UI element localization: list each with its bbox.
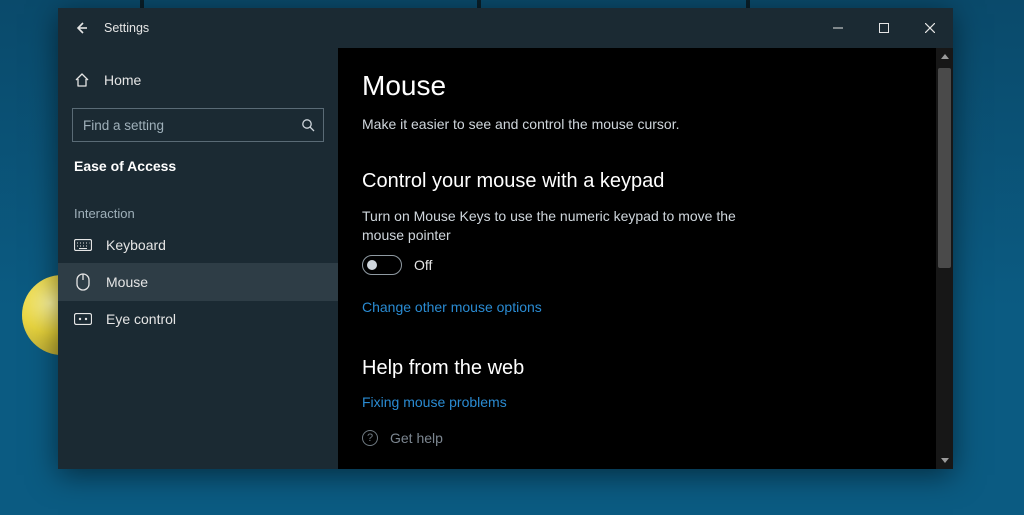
chevron-down-icon bbox=[941, 458, 949, 463]
settings-window: Settings Home Ease of bbox=[58, 8, 953, 469]
minimize-button[interactable] bbox=[815, 8, 861, 48]
toggle-knob bbox=[367, 260, 377, 270]
mouse-keys-toggle-row: Off bbox=[362, 255, 912, 275]
sidebar-section-label: Interaction bbox=[58, 176, 338, 227]
sidebar-item-eye-control[interactable]: Eye control bbox=[58, 301, 338, 337]
sidebar-category: Ease of Access bbox=[58, 142, 338, 176]
get-help-icon: ? bbox=[362, 430, 378, 446]
scroll-area: Mouse Make it easier to see and control … bbox=[338, 48, 936, 469]
sidebar: Home Ease of Access Interaction Keyboard bbox=[58, 48, 338, 469]
maximize-icon bbox=[879, 23, 889, 33]
title-bar: Settings bbox=[58, 8, 953, 48]
mouse-icon bbox=[74, 273, 92, 291]
page-description: Make it easier to see and control the mo… bbox=[362, 116, 912, 132]
back-button[interactable] bbox=[58, 8, 104, 48]
close-icon bbox=[925, 23, 935, 33]
sidebar-item-mouse[interactable]: Mouse bbox=[58, 263, 338, 301]
back-arrow-icon bbox=[73, 20, 89, 36]
search-icon bbox=[301, 118, 315, 132]
link-fixing-mouse-problems[interactable]: Fixing mouse problems bbox=[362, 394, 507, 410]
section-heading-keypad: Control your mouse with a keypad bbox=[362, 170, 912, 193]
sidebar-item-label: Keyboard bbox=[106, 237, 166, 253]
link-change-mouse-options[interactable]: Change other mouse options bbox=[362, 299, 542, 315]
keyboard-icon bbox=[74, 239, 92, 251]
chevron-up-icon bbox=[941, 54, 949, 59]
vertical-scrollbar[interactable] bbox=[936, 48, 953, 469]
mouse-keys-toggle-state: Off bbox=[414, 257, 432, 273]
sidebar-item-label: Eye control bbox=[106, 311, 176, 327]
scroll-up-button[interactable] bbox=[936, 48, 953, 65]
section-keypad: Control your mouse with a keypad Turn on… bbox=[362, 170, 912, 317]
sidebar-home-label: Home bbox=[104, 72, 141, 88]
search-input-wrapper[interactable] bbox=[72, 108, 324, 142]
section-help: Help from the web Fixing mouse problems … bbox=[362, 357, 912, 446]
sidebar-item-label: Mouse bbox=[106, 274, 148, 290]
eye-control-icon bbox=[74, 313, 92, 325]
window-title: Settings bbox=[104, 21, 149, 35]
scrollbar-thumb[interactable] bbox=[938, 68, 951, 268]
home-icon bbox=[74, 72, 90, 88]
close-button[interactable] bbox=[907, 8, 953, 48]
get-help-label: Get help bbox=[390, 430, 443, 446]
get-help-row[interactable]: ? Get help bbox=[362, 430, 912, 446]
maximize-button[interactable] bbox=[861, 8, 907, 48]
content-area: Mouse Make it easier to see and control … bbox=[338, 48, 953, 469]
sidebar-item-keyboard[interactable]: Keyboard bbox=[58, 227, 338, 263]
section-heading-help: Help from the web bbox=[362, 357, 912, 380]
mouse-keys-toggle[interactable] bbox=[362, 255, 402, 275]
mouse-keys-description: Turn on Mouse Keys to use the numeric ke… bbox=[362, 207, 742, 245]
page-title: Mouse bbox=[362, 70, 912, 102]
scroll-down-button[interactable] bbox=[936, 452, 953, 469]
search-input[interactable] bbox=[83, 118, 301, 133]
sidebar-home[interactable]: Home bbox=[58, 62, 338, 98]
minimize-icon bbox=[833, 23, 843, 33]
